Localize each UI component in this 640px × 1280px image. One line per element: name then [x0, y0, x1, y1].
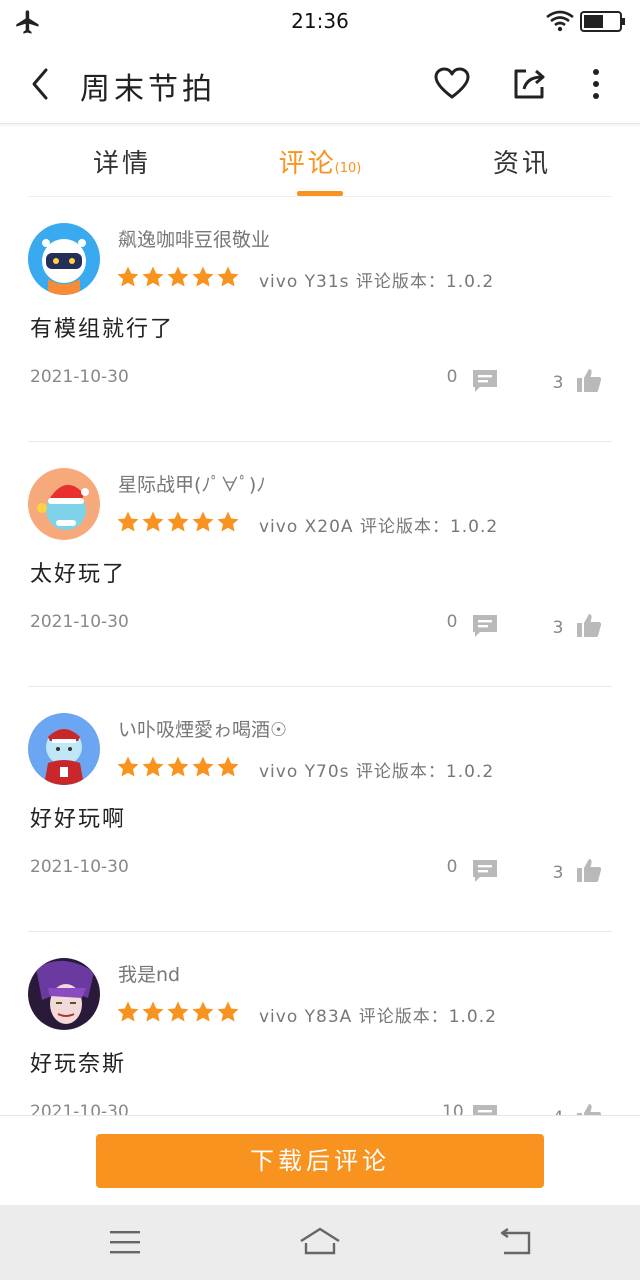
like-count: 3 — [552, 618, 564, 638]
tab-details[interactable]: 详情 — [60, 143, 184, 180]
username: い卟吸煙愛ゎ喝酒☉ — [118, 719, 288, 741]
like-count: 3 — [552, 863, 564, 883]
star-icon — [192, 1001, 214, 1022]
star-icon — [117, 511, 139, 532]
download-to-review-button[interactable]: 下载后评论 — [96, 1134, 544, 1188]
comment-icon[interactable] — [472, 1104, 498, 1115]
star-icon — [167, 511, 189, 532]
tab-reviews[interactable]: 评论(10) — [250, 143, 390, 180]
menu-icon[interactable] — [105, 1225, 145, 1259]
star-icon — [217, 266, 239, 287]
username: 星际战甲(ﾉﾟ∀ﾟ)ﾉ — [118, 474, 266, 496]
comment-icon[interactable] — [472, 859, 498, 883]
star-icon — [217, 1001, 239, 1022]
star-icon — [217, 511, 239, 532]
device-info: vivo Y31s 评论版本：1.0.2 — [259, 272, 495, 292]
review-text: 太好玩了 — [30, 562, 127, 587]
battery-icon — [580, 11, 625, 32]
star-rating — [116, 265, 240, 291]
review-date: 2021-10-30 — [30, 1102, 129, 1115]
review-text: 好好玩啊 — [30, 807, 127, 832]
back-arrow-icon[interactable] — [26, 64, 56, 104]
comment-count: 10 — [442, 1102, 464, 1115]
review-text: 好玩奈斯 — [30, 1052, 127, 1077]
star-icon — [217, 756, 239, 777]
comment-icon[interactable] — [472, 369, 498, 393]
star-icon — [142, 756, 164, 777]
tab-news-label: 资讯 — [492, 149, 551, 179]
review-list[interactable]: 飙逸咖啡豆很敬业 vivo Y31s 评论版本：1.0.2 有模组就行了 202… — [0, 197, 640, 1115]
star-icon — [192, 266, 214, 287]
username: 我是nd — [118, 964, 181, 986]
tab-news[interactable]: 资讯 — [460, 143, 584, 180]
avatar[interactable] — [28, 958, 100, 1030]
review-item: 飙逸咖啡豆很敬业 vivo Y31s 评论版本：1.0.2 有模组就行了 202… — [0, 197, 640, 442]
review-count: (10) — [334, 161, 362, 176]
device-info: vivo Y83A 评论版本：1.0.2 — [259, 1007, 497, 1027]
tab-reviews-label: 评论 — [278, 149, 337, 179]
star-rating — [116, 1000, 240, 1026]
star-icon — [142, 1001, 164, 1022]
return-icon[interactable] — [496, 1225, 536, 1259]
star-icon — [167, 1001, 189, 1022]
wifi-icon — [546, 10, 574, 32]
device-info: vivo Y70s 评论版本：1.0.2 — [259, 762, 495, 782]
like-count: 4 — [548, 1108, 568, 1115]
heart-icon[interactable] — [432, 64, 472, 104]
device-info: vivo X20A 评论版本：1.0.2 — [259, 517, 499, 537]
thumbs-up-icon[interactable] — [576, 857, 602, 883]
more-icon[interactable] — [582, 64, 610, 104]
star-icon — [142, 266, 164, 287]
comment-count: 0 — [446, 367, 458, 387]
star-icon — [192, 756, 214, 777]
avatar[interactable] — [28, 713, 100, 785]
comment-icon[interactable] — [472, 614, 498, 638]
tab-details-label: 详情 — [92, 149, 151, 179]
thumbs-up-icon[interactable] — [576, 367, 602, 393]
share-icon[interactable] — [510, 63, 550, 103]
avatar[interactable] — [28, 468, 100, 540]
star-icon — [192, 511, 214, 532]
star-rating — [116, 755, 240, 781]
review-item: 星际战甲(ﾉﾟ∀ﾟ)ﾉ vivo X20A 评论版本：1.0.2 太好玩了 20… — [0, 442, 640, 687]
review-item: い卟吸煙愛ゎ喝酒☉ vivo Y70s 评论版本：1.0.2 好好玩啊 2021… — [0, 687, 640, 932]
star-icon — [117, 266, 139, 287]
star-icon — [167, 266, 189, 287]
thumbs-up-icon[interactable] — [576, 1102, 602, 1115]
star-icon — [117, 1001, 139, 1022]
star-icon — [167, 756, 189, 777]
bottom-action-bar: 下载后评论 — [0, 1115, 640, 1205]
clock: 21:36 — [291, 9, 349, 33]
avatar[interactable] — [28, 223, 100, 295]
tab-bar: 详情 评论(10) 资讯 — [0, 125, 640, 197]
app-header: 周末节拍 — [0, 44, 640, 124]
review-date: 2021-10-30 — [30, 612, 129, 632]
thumbs-up-icon[interactable] — [576, 612, 602, 638]
comment-count: 0 — [446, 857, 458, 877]
star-rating — [116, 510, 240, 536]
star-icon — [142, 511, 164, 532]
page-title: 周末节拍 — [80, 72, 216, 107]
system-nav-bar — [0, 1205, 640, 1280]
status-bar: 21:36 — [0, 0, 640, 44]
review-item: 我是nd vivo Y83A 评论版本：1.0.2 好玩奈斯 2021-10-3… — [0, 932, 640, 1115]
comment-count: 0 — [446, 612, 458, 632]
review-text: 有模组就行了 — [30, 317, 175, 342]
username: 飙逸咖啡豆很敬业 — [118, 229, 271, 251]
star-icon — [117, 756, 139, 777]
home-icon[interactable] — [298, 1225, 342, 1259]
review-date: 2021-10-30 — [30, 367, 129, 387]
review-date: 2021-10-30 — [30, 857, 129, 877]
like-count: 3 — [552, 373, 564, 393]
